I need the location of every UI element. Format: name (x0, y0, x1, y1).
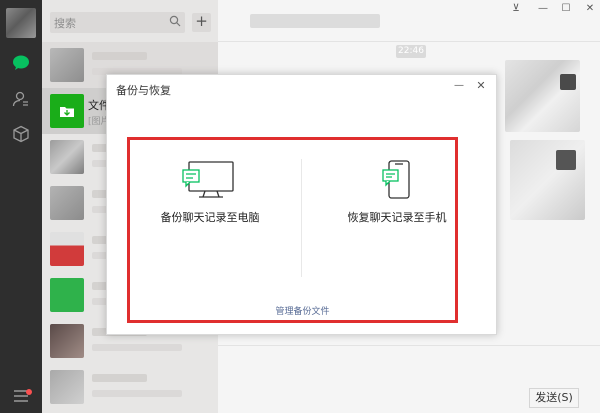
avatar (50, 48, 84, 82)
backup-to-pc-option[interactable]: 备份聊天记录至电脑 (130, 160, 290, 225)
contacts-icon[interactable] (11, 89, 31, 109)
avatar (50, 140, 84, 174)
blurred-avatar (556, 150, 576, 170)
input-divider (218, 345, 600, 346)
list-item[interactable] (42, 364, 218, 410)
option-divider (301, 159, 302, 277)
minimize-button[interactable]: — (535, 2, 551, 16)
blurred-avatar (560, 74, 576, 90)
chat-title-blurred (250, 14, 380, 28)
maximize-button[interactable]: ☐ (558, 2, 574, 16)
blurred-text (92, 52, 147, 60)
backup-to-pc-label: 备份聊天记录至电脑 (160, 211, 260, 224)
nav-rail (0, 0, 42, 413)
chat-icon[interactable] (11, 53, 31, 73)
blurred-text (92, 344, 182, 351)
avatar (50, 186, 84, 220)
avatar[interactable] (6, 8, 36, 38)
restore-to-phone-option[interactable]: 恢复聊天记录至手机 (317, 160, 477, 225)
add-button[interactable]: + (192, 13, 211, 32)
restore-to-phone-label: 恢复聊天记录至手机 (347, 211, 447, 224)
blurred-text (92, 390, 182, 397)
blurred-text (92, 374, 147, 382)
search-input[interactable]: 搜索 (50, 12, 185, 33)
avatar (50, 324, 84, 358)
notification-dot (26, 389, 32, 395)
search-placeholder: 搜索 (54, 17, 76, 30)
close-button[interactable]: ✕ (582, 2, 598, 16)
pin-button[interactable]: ⊻ (508, 2, 524, 16)
avatar (50, 232, 84, 266)
computer-icon (181, 161, 239, 203)
backup-restore-dialog: 备份与恢复 — ✕ 备份聊天记录至电脑 恢复聊天记录至手机 管理备份文件 (106, 74, 497, 335)
send-button[interactable]: 发送(S) (529, 388, 579, 408)
manage-backups-link[interactable]: 管理备份文件 (107, 304, 498, 317)
phone-icon (377, 160, 417, 203)
dialog-title: 备份与恢复 (116, 84, 171, 97)
search-icon (169, 15, 181, 30)
file-transfer-icon (50, 94, 84, 128)
avatar (50, 278, 84, 312)
avatar (50, 370, 84, 404)
time-badge: 22:46 (396, 45, 426, 58)
blurred-message (505, 60, 580, 132)
dialog-close-button[interactable]: ✕ (474, 79, 488, 93)
dialog-minimize-button[interactable]: — (452, 79, 466, 93)
favorites-icon[interactable] (11, 124, 31, 144)
